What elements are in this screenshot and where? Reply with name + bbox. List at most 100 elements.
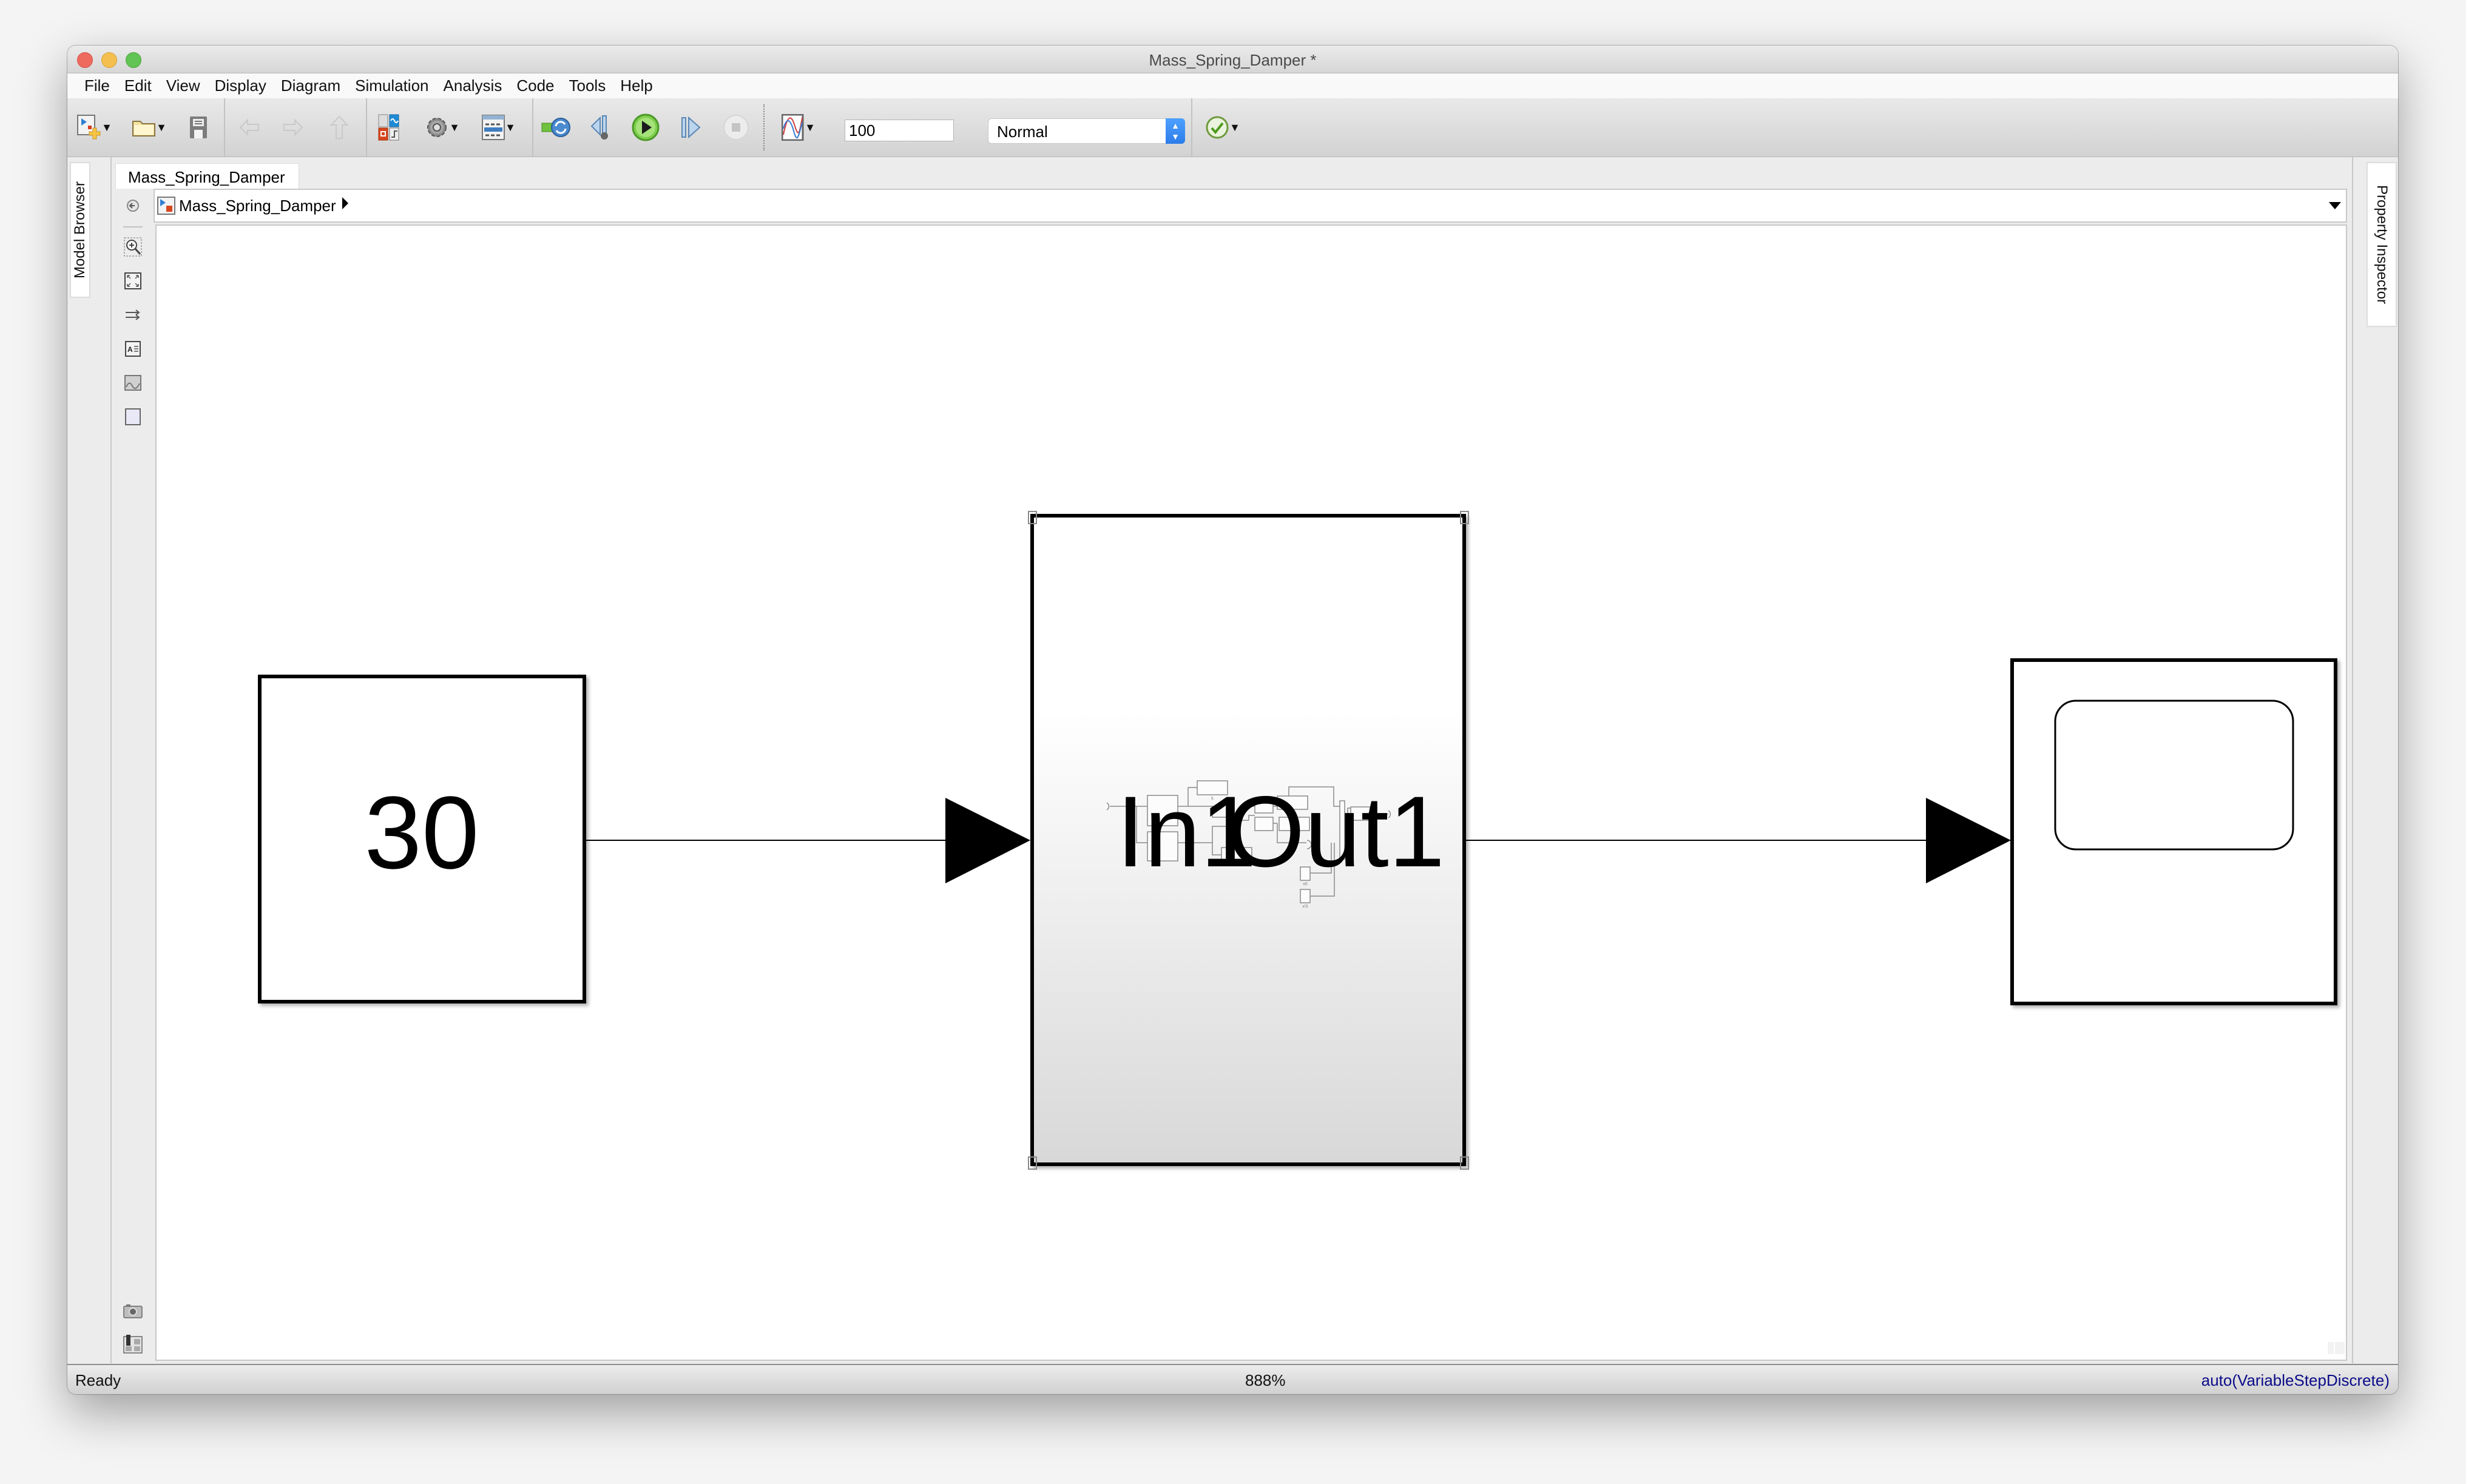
menu-view[interactable]: View xyxy=(166,76,200,95)
screenshot-icon xyxy=(123,1304,143,1318)
scroll-corner xyxy=(2328,1342,2334,1354)
hide-browser-button[interactable] xyxy=(123,196,143,215)
tool-palette: A xyxy=(112,189,154,1390)
status-text: Ready xyxy=(75,1371,121,1389)
subsystem-input-arrow xyxy=(945,798,1030,883)
refresh-icon xyxy=(541,118,570,137)
model-advisor-dropdown-icon[interactable]: ▼ xyxy=(1229,121,1240,134)
area-button[interactable] xyxy=(123,407,143,427)
scope-input-arrow xyxy=(1926,798,2011,883)
model-advisor-button[interactable]: ▼ xyxy=(1198,112,1247,143)
new-model-button[interactable]: ▼ xyxy=(73,112,116,143)
property-inspector-strip: Property Inspector xyxy=(2352,157,2398,1363)
open-dropdown-icon[interactable]: ▼ xyxy=(156,121,167,134)
menu-tools[interactable]: Tools xyxy=(569,76,606,95)
menu-analysis[interactable]: Analysis xyxy=(444,76,502,95)
stop-time-input[interactable] xyxy=(845,120,954,141)
annotation-button[interactable]: A xyxy=(123,339,143,359)
check-icon xyxy=(1206,116,1229,139)
palette-divider xyxy=(123,226,143,228)
model-explorer-dropdown-icon[interactable]: ▼ xyxy=(505,121,516,134)
tab-strip: Mass_Spring_Damper xyxy=(112,157,2349,191)
menu-display[interactable]: Display xyxy=(215,76,266,95)
zoom-icon xyxy=(124,237,142,257)
breadcrumb: Mass_Spring_Damper xyxy=(154,189,2347,223)
library-browser-icon xyxy=(378,114,399,141)
model-icon xyxy=(157,197,175,215)
subsystem-output-port-label: Out1 xyxy=(1226,776,1445,888)
fit-view-button[interactable] xyxy=(123,271,143,291)
property-inspector-tab[interactable]: Property Inspector xyxy=(2366,162,2397,327)
step-back-button[interactable] xyxy=(586,112,616,143)
diagram-svg: 30 k Wn Zeta b x0 x'0 In1 Out1 xyxy=(258,511,2345,1354)
library-browser-button[interactable] xyxy=(374,112,404,143)
image-button[interactable] xyxy=(123,373,143,393)
tab-mass-spring-damper[interactable]: Mass_Spring_Damper xyxy=(115,163,299,191)
simulink-window: Mass_Spring_Damper * File Edit View Disp… xyxy=(67,46,2398,1394)
viewmarks-button[interactable] xyxy=(123,1334,143,1354)
diagram-canvas[interactable]: 30 k Wn Zeta b x0 x'0 In1 Out1 xyxy=(155,224,2347,1361)
simulation-mode-select[interactable]: Normal ▲ ▼ xyxy=(988,118,1185,144)
breadcrumb-item-model[interactable]: Mass_Spring_Damper xyxy=(179,197,336,215)
menu-file[interactable]: File xyxy=(84,76,110,95)
model-configuration-button[interactable]: ▼ xyxy=(418,112,467,143)
arrow-right-icon xyxy=(283,118,303,137)
open-button[interactable]: ▼ xyxy=(128,112,171,143)
data-inspector-icon xyxy=(782,114,804,141)
toolbar-separator xyxy=(532,98,533,157)
zoom-button[interactable] xyxy=(123,237,143,257)
hide-browser-icon xyxy=(127,200,139,212)
scope-block[interactable] xyxy=(2010,658,2337,1005)
save-button[interactable] xyxy=(186,112,211,143)
constant-block[interactable]: 30 xyxy=(258,675,586,1003)
new-model-dropdown-icon[interactable]: ▼ xyxy=(101,121,112,134)
toolbar-separator xyxy=(763,104,765,150)
status-bar: Ready 888% auto(VariableStepDiscrete) xyxy=(67,1364,2398,1394)
breadcrumb-arrow-icon[interactable] xyxy=(342,197,348,209)
stop-button[interactable] xyxy=(721,112,751,143)
screenshot-button[interactable] xyxy=(123,1301,143,1321)
step-forward-icon xyxy=(681,116,701,139)
svg-text:A: A xyxy=(127,345,133,354)
model-browser-strip: Model Browser xyxy=(67,157,112,1363)
breadcrumb-dropdown-icon[interactable] xyxy=(2329,202,2341,209)
menu-help[interactable]: Help xyxy=(620,76,652,95)
scroll-corner xyxy=(2335,1342,2345,1354)
gear-icon xyxy=(427,118,447,137)
title-bar: Mass_Spring_Damper * xyxy=(67,46,2398,73)
subsystem-block[interactable]: k Wn Zeta b x0 x'0 In1 Out1 xyxy=(1028,511,1469,1170)
annotation-icon: A xyxy=(125,341,141,357)
solver-link[interactable]: auto(VariableStepDiscrete) xyxy=(2201,1371,2390,1390)
area-icon xyxy=(125,408,141,425)
fit-view-icon xyxy=(124,272,141,289)
menu-bar: File Edit View Display Diagram Simulatio… xyxy=(67,73,2398,98)
menu-edit[interactable]: Edit xyxy=(124,76,152,95)
model-explorer-icon xyxy=(482,115,505,140)
zoom-level: 888% xyxy=(1245,1371,1286,1389)
toolbar-separator xyxy=(224,98,225,157)
data-inspector-dropdown-icon[interactable]: ▼ xyxy=(805,121,816,134)
play-icon xyxy=(632,113,660,141)
simulation-mode-value: Normal xyxy=(997,123,1048,141)
forward-button[interactable] xyxy=(281,112,305,143)
model-explorer-button[interactable]: ▼ xyxy=(474,112,524,143)
data-inspector-button[interactable]: ▼ xyxy=(774,112,823,143)
step-forward-button[interactable] xyxy=(675,112,706,143)
back-button[interactable] xyxy=(237,112,262,143)
toolbar: ▼ ▼ ▼ ▼ ▼ 100 Normal ▲ ▼ ▼ xyxy=(67,98,2398,157)
model-browser-tab[interactable]: Model Browser xyxy=(70,162,90,298)
run-button[interactable] xyxy=(629,112,662,143)
scope-screen xyxy=(2054,700,2294,851)
menu-simulation[interactable]: Simulation xyxy=(355,76,428,95)
arrow-left-icon xyxy=(239,118,259,137)
up-button[interactable] xyxy=(327,112,351,143)
menu-code[interactable]: Code xyxy=(516,76,554,95)
chevron-updown-icon: ▲ ▼ xyxy=(1166,118,1185,144)
toolbar-separator xyxy=(366,98,367,157)
folder-icon xyxy=(132,121,156,137)
svg-text:x'0: x'0 xyxy=(1303,905,1308,909)
route-lines-button[interactable] xyxy=(123,305,143,325)
update-diagram-button[interactable] xyxy=(539,112,573,143)
menu-diagram[interactable]: Diagram xyxy=(281,76,340,95)
model-configuration-dropdown-icon[interactable]: ▼ xyxy=(449,121,460,134)
